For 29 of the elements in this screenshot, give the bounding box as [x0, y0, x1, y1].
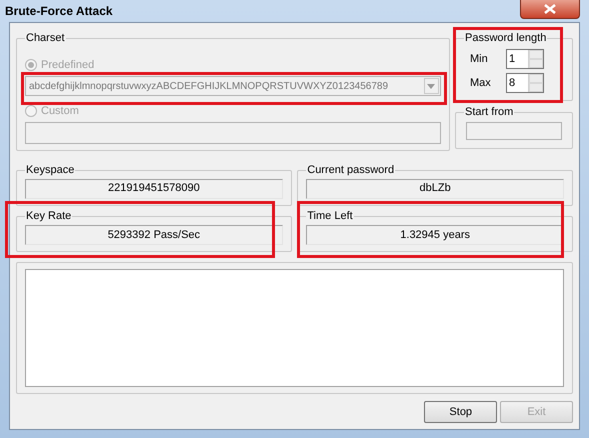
field-value: 1 — [509, 52, 516, 67]
group-label: Time Left — [306, 211, 354, 222]
group-label: Password length — [464, 33, 548, 44]
window-title: Brute-Force Attack — [5, 3, 113, 20]
field-value: dbLZb — [420, 181, 451, 196]
radio-label: Custom — [41, 104, 79, 119]
start-from-field[interactable] — [466, 122, 562, 140]
spin-field[interactable]: 1 — [506, 49, 544, 69]
group-label: Key Rate — [25, 211, 72, 222]
group-label: Start from — [464, 106, 514, 118]
field-label: Min — [469, 52, 489, 67]
field-value: 8 — [509, 76, 516, 91]
field-label: Max — [469, 76, 492, 91]
radio-label: Predefined — [41, 58, 94, 73]
spin-arrows[interactable] — [528, 50, 543, 68]
log-area[interactable] — [25, 269, 564, 388]
close-button[interactable] — [520, 0, 580, 19]
group-label: Charset — [25, 33, 66, 44]
close-icon — [544, 4, 556, 14]
caret-icon — [427, 84, 435, 88]
spin-arrows[interactable] — [528, 74, 543, 92]
field-value: 5293392 Pass/Sec — [108, 228, 200, 243]
group-label: Keyspace — [25, 164, 76, 176]
field-value: 221919451578090 — [108, 181, 200, 196]
group-label: Current password — [306, 164, 396, 176]
dialog-button[interactable]: Stop — [424, 401, 498, 423]
field-value: 1.32945 years — [400, 228, 470, 243]
dropdown-value: abcdefghijklmnopqrstuvwxyzABCDEFGHIJKLMNOPQRSTUVWXYZ0123456789 — [29, 80, 388, 94]
spin-field[interactable]: 8 — [506, 73, 544, 93]
